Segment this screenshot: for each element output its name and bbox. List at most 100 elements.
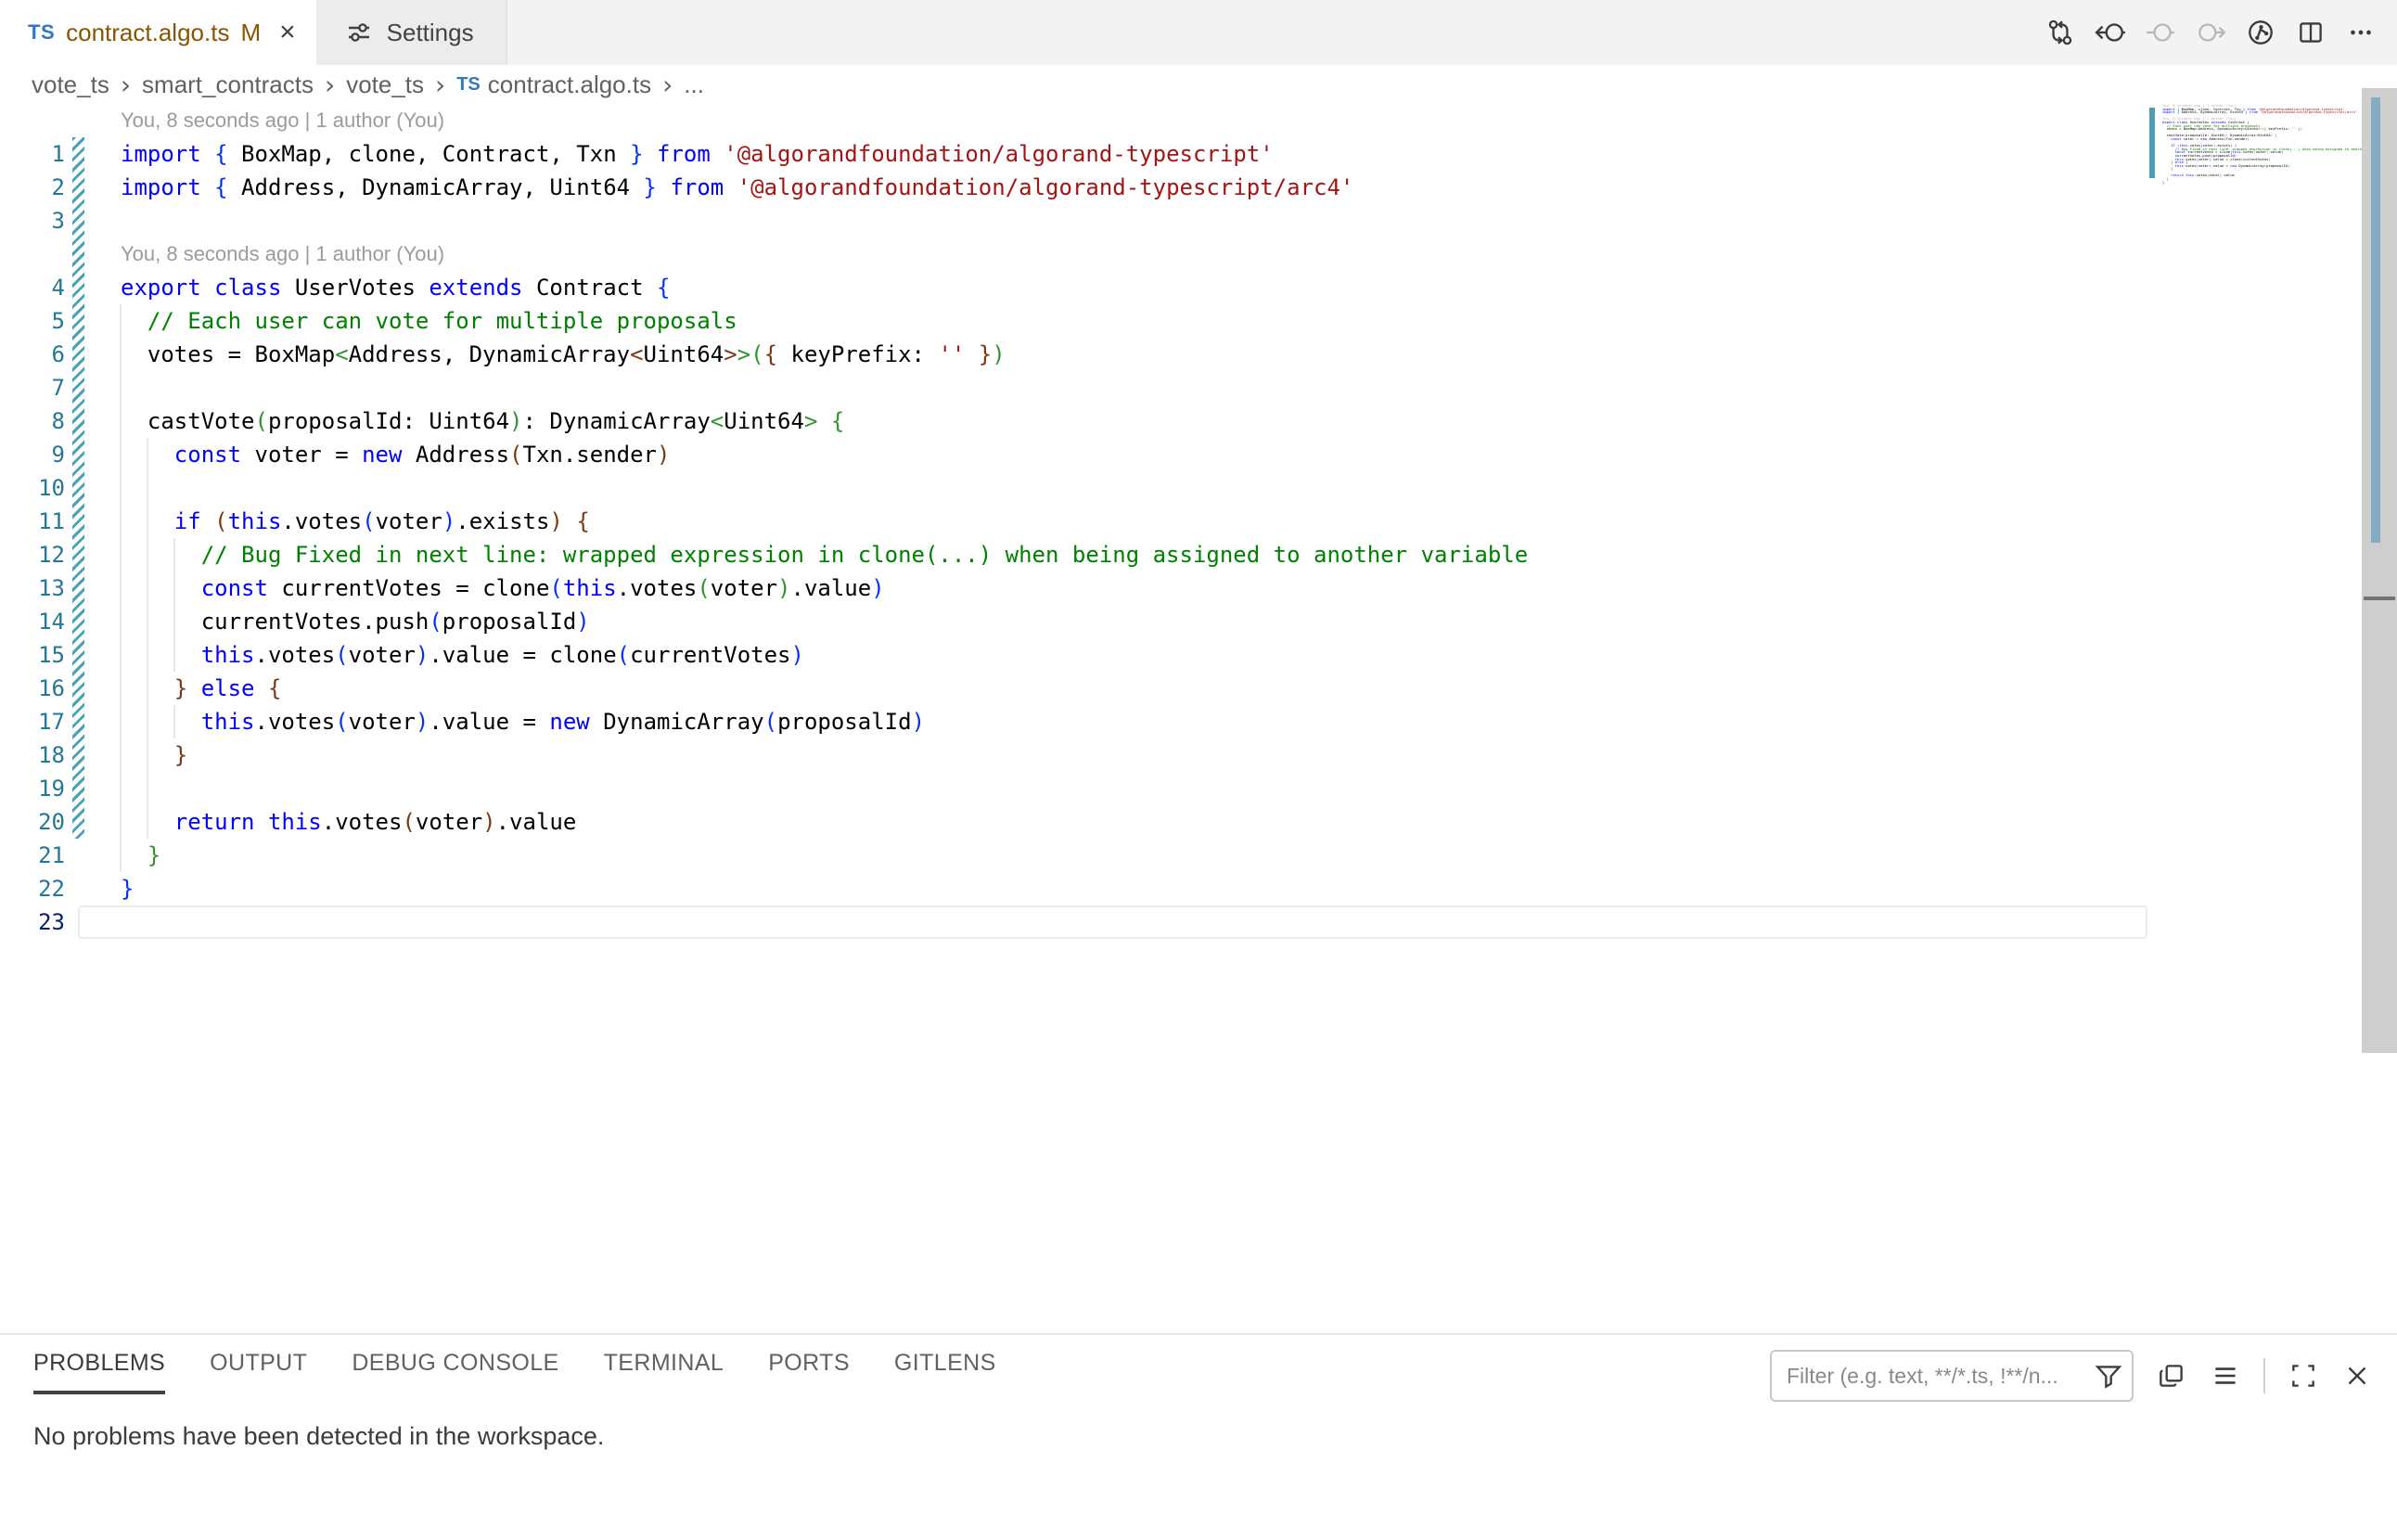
tab-ports[interactable]: PORTS xyxy=(768,1335,850,1394)
line-number: 15 xyxy=(0,638,65,672)
line-number: 12 xyxy=(0,538,65,571)
code-line[interactable]: 23 xyxy=(0,905,2149,939)
close-icon[interactable]: × xyxy=(279,19,296,46)
tab-debug-console[interactable]: DEBUG CONSOLE xyxy=(352,1335,558,1394)
more-actions-icon[interactable] xyxy=(2345,17,2377,48)
line-number: 18 xyxy=(0,738,65,772)
code-line[interactable]: 8 castVote(proposalId: Uint64): DynamicA… xyxy=(0,404,2149,438)
code-text: export class UserVotes extends Contract … xyxy=(121,271,670,304)
code-line[interactable]: 4 export class UserVotes extends Contract… xyxy=(0,271,2149,304)
current-line-highlight xyxy=(78,905,2147,939)
divider xyxy=(2263,1358,2265,1393)
code-text: return this.votes(voter).value xyxy=(121,805,576,839)
breadcrumb-item[interactable]: vote_ts xyxy=(346,71,424,99)
editor-tab-bar: TS contract.algo.ts M × Settings xyxy=(0,0,2397,65)
code-text: const currentVotes = clone(this.votes(vo… xyxy=(121,571,885,605)
code-line[interactable]: 17 this.votes(voter).value = new Dynamic… xyxy=(0,705,2149,738)
maximize-panel-icon[interactable] xyxy=(2288,1360,2319,1392)
code-line[interactable]: 18 } xyxy=(0,738,2149,772)
indent-guide xyxy=(120,471,122,505)
line-number: 9 xyxy=(0,438,65,471)
code-line[interactable]: 16 } else { xyxy=(0,672,2149,705)
breadcrumb-item[interactable]: smart_contracts xyxy=(142,71,314,99)
code-text: castVote(proposalId: Uint64): DynamicArr… xyxy=(121,404,844,438)
typescript-file-icon: TS xyxy=(456,74,481,96)
code-line[interactable]: 6 votes = BoxMap<Address, DynamicArray<U… xyxy=(0,338,2149,371)
open-changes-icon[interactable] xyxy=(2045,17,2076,48)
tab-contract-algo-ts[interactable]: TS contract.algo.ts M × xyxy=(0,0,318,65)
problems-filter xyxy=(1770,1350,2134,1402)
code-line[interactable]: 22} xyxy=(0,872,2149,905)
minimap-line: import { Address, DynamicArray, Uint64 }… xyxy=(2162,110,2362,114)
tab-problems[interactable]: PROBLEMS xyxy=(33,1335,165,1394)
chevron-right-icon: › xyxy=(435,70,445,100)
breadcrumb-item[interactable]: ... xyxy=(684,71,704,99)
run-or-debug-icon[interactable] xyxy=(2245,17,2276,48)
code-text: currentVotes.push(proposalId) xyxy=(121,605,590,638)
code-line[interactable]: 7 xyxy=(0,371,2149,404)
previous-change-icon[interactable] xyxy=(2145,17,2176,48)
code-text: if (this.votes(voter).exists) { xyxy=(121,505,590,538)
line-number: 4 xyxy=(0,271,65,304)
breadcrumb-item-file[interactable]: contract.algo.ts xyxy=(488,71,651,99)
indent-guide xyxy=(147,471,148,505)
line-number: 20 xyxy=(0,805,65,839)
panel-controls xyxy=(1770,1350,2373,1402)
indent-guide xyxy=(120,371,122,404)
code-editor[interactable]: You, 8 seconds ago | 1 author (You)1impo… xyxy=(0,104,2149,939)
code-text: import { Address, DynamicArray, Uint64 }… xyxy=(121,171,1353,204)
chevron-right-icon: › xyxy=(121,70,131,100)
overview-ruler-modified-marker xyxy=(2371,97,2380,543)
view-as-table-icon[interactable] xyxy=(2156,1360,2187,1392)
line-number: 1 xyxy=(0,137,65,171)
filter-input[interactable] xyxy=(1770,1350,2134,1402)
code-line[interactable]: 19 xyxy=(0,772,2149,805)
code-line[interactable]: 3 xyxy=(0,204,2149,237)
codelens-blame[interactable]: You, 8 seconds ago | 1 author (You) xyxy=(0,237,2149,271)
tab-gitlens[interactable]: GITLENS xyxy=(894,1335,996,1394)
line-number: 13 xyxy=(0,571,65,605)
codelens-blame[interactable]: You, 8 seconds ago | 1 author (You) xyxy=(0,104,2149,137)
overview-ruler-cursor-marker xyxy=(2364,597,2395,600)
code-line[interactable]: 5 // Each user can vote for multiple pro… xyxy=(0,304,2149,338)
breadcrumb-item[interactable]: vote_ts xyxy=(32,71,109,99)
code-text: const voter = new Address(Txn.sender) xyxy=(121,438,670,471)
minimap[interactable]: You, 8 seconds ago | 1 author (You)impor… xyxy=(2149,104,2362,215)
code-text: this.votes(voter).value = new DynamicArr… xyxy=(121,705,925,738)
code-line[interactable]: 21 } xyxy=(0,839,2149,872)
bottom-panel: PROBLEMS OUTPUT DEBUG CONSOLE TERMINAL P… xyxy=(0,1333,2397,1540)
code-text: // Each user can vote for multiple propo… xyxy=(121,304,737,338)
settings-sliders-icon xyxy=(344,18,374,47)
split-editor-icon[interactable] xyxy=(2295,17,2326,48)
code-text: } else { xyxy=(121,672,281,705)
chevron-right-icon: › xyxy=(662,70,673,100)
code-line[interactable]: 11 if (this.votes(voter).exists) { xyxy=(0,505,2149,538)
close-panel-icon[interactable] xyxy=(2341,1360,2373,1392)
next-change-icon[interactable] xyxy=(2195,17,2226,48)
code-line[interactable]: 10 xyxy=(0,471,2149,505)
code-line[interactable]: 13 const currentVotes = clone(this.votes… xyxy=(0,571,2149,605)
code-line[interactable]: 15 this.votes(voter).value = clone(curre… xyxy=(0,638,2149,672)
code-text: // Bug Fixed in next line: wrapped expre… xyxy=(121,538,1528,571)
code-line[interactable]: 1 import { BoxMap, clone, Contract, Txn }… xyxy=(0,137,2149,171)
editor-scrollbar[interactable] xyxy=(2362,88,2397,1053)
line-number: 7 xyxy=(0,371,65,404)
code-line[interactable]: 20 return this.votes(voter).value xyxy=(0,805,2149,839)
chevron-right-icon: › xyxy=(325,70,335,100)
code-line[interactable]: 2 import { Address, DynamicArray, Uint64 … xyxy=(0,171,2149,204)
code-line[interactable]: 12 // Bug Fixed in next line: wrapped ex… xyxy=(0,538,2149,571)
indent-guide xyxy=(120,772,122,805)
tab-terminal[interactable]: TERMINAL xyxy=(604,1335,724,1394)
code-text: import { BoxMap, clone, Contract, Txn } … xyxy=(121,137,1274,171)
panel-tab-bar: PROBLEMS OUTPUT DEBUG CONSOLE TERMINAL P… xyxy=(33,1335,996,1394)
line-number: 14 xyxy=(0,605,65,638)
navigate-back-icon[interactable] xyxy=(2095,17,2126,48)
tab-output[interactable]: OUTPUT xyxy=(210,1335,307,1394)
line-number: 2 xyxy=(0,171,65,204)
code-line[interactable]: 9 const voter = new Address(Txn.sender) xyxy=(0,438,2149,471)
code-text: } xyxy=(121,738,187,772)
line-number: 3 xyxy=(0,204,65,237)
tab-settings[interactable]: Settings xyxy=(318,0,507,65)
collapse-all-icon[interactable] xyxy=(2210,1360,2241,1392)
code-line[interactable]: 14 currentVotes.push(proposalId) xyxy=(0,605,2149,638)
